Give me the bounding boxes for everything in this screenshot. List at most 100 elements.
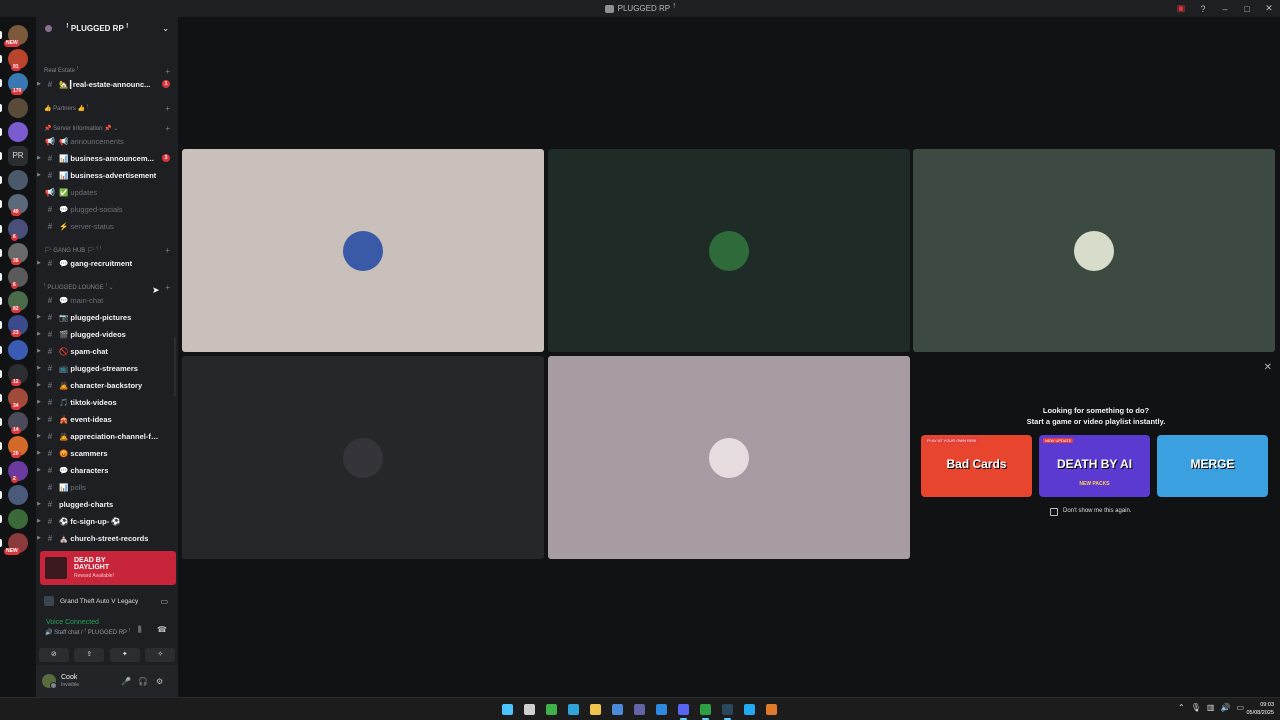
channel-item[interactable]: ▶ # 🏡┃real-estate-announc... 1 bbox=[36, 77, 178, 91]
unread-pill bbox=[0, 418, 2, 427]
edge-icon[interactable] bbox=[568, 704, 579, 715]
channel-item[interactable]: ▶ # 📊 business-advertisement bbox=[36, 168, 178, 182]
channel-item[interactable]: ▶ # 😡 scammers bbox=[36, 446, 178, 460]
server-icon-5[interactable]: PR bbox=[8, 146, 28, 166]
channel-item[interactable]: ▶ # 🙇 appreciation-channel-for... bbox=[36, 429, 178, 443]
channel-item[interactable]: 📢 📢 announcements bbox=[36, 134, 178, 148]
inbox-icon[interactable]: ▣ bbox=[1170, 3, 1192, 14]
network-icon[interactable]: ▥ bbox=[1207, 703, 1215, 712]
vscode-icon[interactable] bbox=[744, 704, 755, 715]
dont-show-checkbox[interactable] bbox=[1050, 508, 1058, 516]
clock[interactable]: 09:03 05/08/2025 bbox=[1246, 701, 1274, 717]
camera-off-button[interactable]: ⊘ bbox=[38, 648, 69, 662]
maximize-button[interactable]: □ bbox=[1236, 4, 1258, 14]
settings-gear-icon[interactable]: ⚙ bbox=[156, 677, 163, 686]
chevron-down-icon[interactable]: ⌄ bbox=[162, 24, 169, 33]
windows-taskbar: ⌃ 🎙 ▥ 🔊 ▭ 09:03 05/08/2025 bbox=[0, 697, 1280, 720]
user-name[interactable]: Cook bbox=[61, 674, 79, 682]
channel-category[interactable]: 👍 Partners 👍 ꜝ + bbox=[44, 102, 174, 114]
game-promo-banner[interactable]: DEAD BY DAYLIGHT Reward Available! bbox=[40, 551, 176, 585]
microphone-icon[interactable]: 🎤 bbox=[121, 677, 131, 686]
store-icon[interactable] bbox=[612, 704, 623, 715]
server-icon-20[interactable] bbox=[8, 509, 28, 529]
activity-card[interactable]: PLAY AT YOUR OWN RISK Bad Cards bbox=[921, 435, 1032, 497]
xbox-icon[interactable] bbox=[700, 704, 711, 720]
headphones-icon[interactable]: 🎧 bbox=[138, 677, 148, 686]
battery-icon[interactable]: ▭ bbox=[1236, 703, 1244, 712]
channel-item[interactable]: ▶ # 🎪 event-ideas bbox=[36, 412, 178, 426]
app-blue-icon[interactable] bbox=[656, 704, 667, 715]
close-icon[interactable]: ✕ bbox=[1264, 362, 1272, 373]
channel-item[interactable]: ▶ # 📊 business-announcem... 3 bbox=[36, 151, 178, 165]
minimize-button[interactable]: – bbox=[1214, 4, 1236, 14]
channel-item[interactable]: ▶ # ⛪ church-street-records bbox=[36, 531, 178, 545]
channel-item[interactable]: # 📊 polls bbox=[36, 480, 178, 494]
activity-card[interactable]: MERGE bbox=[1157, 435, 1268, 497]
add-channel-icon[interactable]: + bbox=[165, 124, 170, 133]
sidebar-scrollbar[interactable] bbox=[174, 337, 176, 397]
screen-share-icon[interactable]: ▭ bbox=[160, 597, 168, 606]
voice-connected-label[interactable]: Voice Connected bbox=[46, 619, 99, 626]
participant-tile[interactable] bbox=[182, 356, 544, 559]
close-window-button[interactable]: ✕ bbox=[1258, 3, 1280, 14]
channel-item[interactable]: ▶ # plugged-charts bbox=[36, 497, 178, 511]
tray-chevron-icon[interactable]: ⌃ bbox=[1178, 703, 1185, 712]
channel-item[interactable]: ▶ # 🎬 plugged-videos bbox=[36, 327, 178, 341]
share-screen-button[interactable]: ⇪ bbox=[74, 648, 105, 662]
server-header[interactable]: ꜝ PLUGGED RP ꜝ ⌄ bbox=[36, 17, 178, 39]
channel-category[interactable]: 📌 Server Information 📌 ⌄ + bbox=[44, 122, 174, 134]
participant-tile[interactable] bbox=[913, 149, 1275, 352]
channel-item[interactable]: ▶ # 🙇 character-backstory bbox=[36, 378, 178, 392]
file-explorer-icon[interactable] bbox=[590, 704, 601, 715]
user-avatar[interactable] bbox=[42, 674, 57, 689]
channel-item[interactable]: ▶ # 💬 gang-recruitment bbox=[36, 256, 178, 270]
channel-category[interactable]: 🏳 GANG HUB 🏳 ꜝ ꜝ + bbox=[44, 244, 174, 256]
help-icon[interactable]: ? bbox=[1192, 4, 1214, 14]
channel-name: 📢 announcements bbox=[59, 136, 124, 146]
volume-icon[interactable]: 🔊 bbox=[1220, 703, 1230, 712]
disconnect-icon[interactable]: ☎ bbox=[157, 625, 167, 634]
microphone-tray-icon[interactable]: 🎙 bbox=[1191, 703, 1201, 712]
text-channel-icon: # bbox=[47, 79, 53, 89]
channel-item[interactable]: ▶ # 📺 plugged-streamers bbox=[36, 361, 178, 375]
app-orange-icon[interactable] bbox=[766, 704, 777, 715]
voice-channel-label[interactable]: 🔊 Staff chat / ꜝ PLUGGED RP ꜝ bbox=[45, 629, 130, 636]
add-channel-icon[interactable]: + bbox=[165, 246, 170, 255]
add-channel-icon[interactable]: + bbox=[165, 283, 170, 292]
channel-category[interactable]: Real Estate ꜝ + bbox=[44, 65, 174, 77]
soundboard-button[interactable]: ✧ bbox=[145, 648, 176, 662]
server-icon-19[interactable] bbox=[8, 484, 28, 505]
app-green-icon[interactable] bbox=[546, 704, 557, 715]
unread-pill bbox=[0, 152, 2, 160]
current-game[interactable]: Grand Theft Auto V Legacy ▭ bbox=[36, 591, 178, 611]
add-channel-icon[interactable]: + bbox=[165, 104, 170, 113]
dont-show-label[interactable]: Don't show me this again. bbox=[1063, 508, 1132, 514]
noise-suppression-icon[interactable]: ⫼ bbox=[138, 625, 142, 635]
channel-item[interactable]: ▶ # 🚫 spam-chat bbox=[36, 344, 178, 358]
windows-start-icon[interactable] bbox=[502, 704, 513, 715]
channel-item[interactable]: ▶ # 🎵 tiktok-videos bbox=[36, 395, 178, 409]
channel-item[interactable]: # 💬 main-chat bbox=[36, 293, 178, 307]
channel-item[interactable]: ▶ # ⚽ fc-sign-up- ⚽ bbox=[36, 514, 178, 528]
activity-card[interactable]: NEW UPDATE DEATH BY AI NEW PACKS bbox=[1039, 435, 1150, 497]
server-icon-13[interactable] bbox=[8, 339, 28, 360]
participant-tile[interactable] bbox=[548, 149, 910, 352]
participant-tile[interactable] bbox=[548, 356, 910, 559]
add-channel-icon[interactable]: + bbox=[165, 67, 170, 76]
channel-item[interactable]: # 💬 plugged-socials bbox=[36, 202, 178, 216]
participant-tile[interactable] bbox=[182, 149, 544, 352]
channel-item[interactable]: 📢 ✅ updates bbox=[36, 185, 178, 199]
expand-arrow-icon: ▶ bbox=[37, 467, 41, 473]
channel-item[interactable]: ▶ # 📷 plugged-pictures bbox=[36, 310, 178, 324]
channel-item[interactable]: ▶ # 💬 characters bbox=[36, 463, 178, 477]
task-view-icon[interactable] bbox=[524, 704, 535, 715]
server-icon-4[interactable] bbox=[8, 121, 28, 142]
discord-icon[interactable] bbox=[678, 704, 689, 720]
channel-item[interactable]: # ⚡ server-status bbox=[36, 219, 178, 233]
server-icon-6[interactable] bbox=[8, 170, 28, 191]
steam-icon[interactable] bbox=[722, 704, 733, 720]
activity-button[interactable]: ✦ bbox=[109, 648, 140, 662]
unread-pill bbox=[0, 79, 2, 88]
server-icon-3[interactable] bbox=[8, 97, 28, 118]
teams-icon[interactable] bbox=[634, 704, 645, 715]
